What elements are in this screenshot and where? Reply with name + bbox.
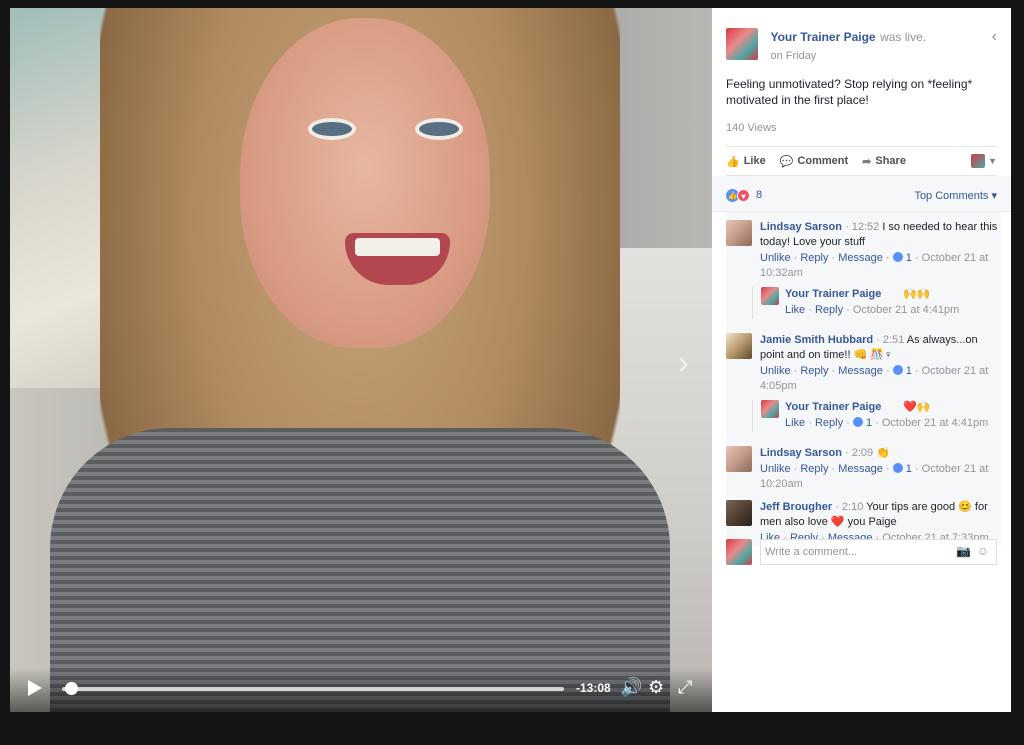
reply: Your Trainer Paige ❤️🙌 Like · Reply · 1 … bbox=[752, 400, 1001, 432]
post-timestamp[interactable]: on Friday bbox=[770, 50, 926, 62]
post-action-bar: 👍 Like 💬 Comment ➦ Share ▼ bbox=[726, 146, 997, 176]
message-link[interactable]: Message bbox=[838, 252, 883, 264]
unlike-link[interactable]: Unlike bbox=[760, 463, 791, 475]
reply-link[interactable]: Reply bbox=[800, 365, 828, 377]
comment: Lindsay Sarson · 2:09 👏 Unlike · Reply ·… bbox=[726, 446, 1001, 492]
commenter-avatar[interactable] bbox=[726, 500, 752, 526]
commenter-avatar[interactable] bbox=[726, 446, 752, 472]
collapse-chevron-icon[interactable]: ‹ bbox=[992, 28, 997, 46]
like-link[interactable]: Like bbox=[785, 304, 805, 316]
video-scrubber[interactable] bbox=[62, 682, 564, 695]
reply-meta: Like · Reply · October 21 at 4:41pm bbox=[785, 304, 960, 316]
reply-meta: Like · Reply · 1 · October 21 at 4:41pm bbox=[785, 417, 989, 429]
page-name-link[interactable]: Your Trainer Paige bbox=[770, 30, 875, 44]
like-label: Like bbox=[743, 155, 766, 167]
scrubber-handle[interactable] bbox=[65, 682, 79, 695]
reply-author[interactable]: Your Trainer Paige bbox=[785, 400, 881, 415]
unlike-link[interactable]: Unlike bbox=[760, 365, 791, 377]
reply-link[interactable]: Reply bbox=[815, 417, 843, 429]
emoji-icon[interactable]: ☺ bbox=[977, 544, 989, 558]
like-count[interactable]: 1 bbox=[866, 417, 872, 429]
live-video-player[interactable]: › -13:08 🔊 ⚙ ⤢ bbox=[10, 8, 712, 712]
reply-text: ❤️🙌 bbox=[903, 401, 931, 413]
video-lightbox: › -13:08 🔊 ⚙ ⤢ Your Trainer Paige was li… bbox=[10, 8, 1011, 712]
video-timestamp[interactable]: 2:51 bbox=[883, 334, 904, 346]
commenter-name[interactable]: Jeff Brougher bbox=[760, 501, 832, 513]
reply-link[interactable]: Reply bbox=[815, 304, 843, 316]
like-count-icon bbox=[892, 463, 903, 473]
reply-date[interactable]: October 21 at 4:41pm bbox=[882, 417, 988, 429]
like-count[interactable]: 1 bbox=[906, 365, 912, 377]
comment-button[interactable]: 💬 Comment bbox=[780, 155, 848, 168]
like-count-icon bbox=[852, 417, 863, 427]
message-link[interactable]: Message bbox=[838, 463, 883, 475]
love-reaction-icon[interactable]: ♥ bbox=[737, 189, 750, 202]
commenter-avatar[interactable] bbox=[726, 333, 752, 359]
comment-sort-dropdown[interactable]: Top Comments ▾ bbox=[914, 189, 997, 202]
like-count-icon bbox=[892, 365, 903, 375]
play-icon[interactable] bbox=[28, 680, 42, 696]
video-timestamp[interactable]: 2:09 bbox=[852, 447, 873, 459]
comment-meta: Unlike · Reply · Message · 1 · October 2… bbox=[760, 252, 989, 279]
fullscreen-expand-icon[interactable]: ⤢ bbox=[678, 677, 692, 698]
view-count: 140 Views bbox=[726, 122, 777, 134]
presenter-teeth bbox=[355, 238, 440, 256]
commenter-avatar[interactable] bbox=[726, 220, 752, 246]
reply: Your Trainer Paige 🙌🙌 Like · Reply · Oct… bbox=[752, 287, 1001, 319]
post-message: Feeling unmotivated? Stop relying on *fe… bbox=[726, 77, 973, 107]
reply-link[interactable]: Reply bbox=[800, 463, 828, 475]
like-count-icon bbox=[892, 252, 903, 262]
share-button[interactable]: ➦ Share bbox=[862, 155, 906, 168]
reply-date[interactable]: October 21 at 4:41pm bbox=[853, 304, 959, 316]
comment-sort-label: Top Comments bbox=[914, 190, 989, 202]
like-count[interactable]: 1 bbox=[906, 463, 912, 475]
composer-avatar bbox=[726, 539, 752, 565]
video-timestamp[interactable]: 2:10 bbox=[842, 501, 863, 513]
thumbs-up-icon: 👍 bbox=[726, 155, 740, 168]
comment-meta: Unlike · Reply · Message · 1 · October 2… bbox=[760, 365, 989, 392]
presenter-left-eye bbox=[308, 118, 356, 140]
like-button[interactable]: 👍 Like bbox=[726, 155, 766, 168]
message-link[interactable]: Message bbox=[838, 365, 883, 377]
comment-text: 👏 bbox=[876, 447, 890, 459]
volume-icon[interactable]: 🔊 bbox=[620, 677, 642, 698]
commenter-name[interactable]: Lindsay Sarson bbox=[760, 447, 842, 459]
like-count[interactable]: 1 bbox=[906, 252, 912, 264]
post-header: Your Trainer Paige was live. on Friday ‹ bbox=[726, 28, 997, 62]
next-video-chevron-icon[interactable]: › bbox=[678, 344, 689, 381]
audience-avatar bbox=[971, 154, 986, 168]
reply-avatar[interactable] bbox=[761, 400, 779, 418]
reply-avatar[interactable] bbox=[761, 287, 779, 305]
like-link[interactable]: Like bbox=[785, 417, 805, 429]
comment-composer: Write a comment... 📷 ☺ bbox=[726, 539, 997, 567]
unlike-link[interactable]: Unlike bbox=[760, 252, 791, 264]
video-timestamp[interactable]: 12:52 bbox=[852, 221, 880, 233]
share-label: Share bbox=[875, 155, 906, 167]
time-remaining: -13:08 bbox=[576, 681, 611, 695]
comment-bubble-icon: 💬 bbox=[779, 155, 794, 168]
commenter-name[interactable]: Jamie Smith Hubbard bbox=[760, 334, 873, 346]
comment-label: Comment bbox=[797, 155, 849, 167]
presenter-right-eye bbox=[415, 118, 463, 140]
reactions-row: 👍 ♥ 8 Top Comments ▾ bbox=[712, 176, 1011, 212]
settings-gear-icon[interactable]: ⚙ bbox=[648, 677, 664, 698]
reply-author[interactable]: Your Trainer Paige bbox=[785, 287, 881, 302]
comment-meta: Unlike · Reply · Message · 1 · October 2… bbox=[760, 463, 989, 490]
caret-down-icon: ▼ bbox=[988, 156, 997, 166]
reply-link[interactable]: Reply bbox=[800, 252, 828, 264]
page-avatar[interactable] bbox=[726, 28, 758, 60]
comments-list: Lindsay Sarson · 12:52 I so needed to he… bbox=[726, 212, 1001, 546]
was-live-text: was live. bbox=[880, 30, 927, 44]
commenter-name[interactable]: Lindsay Sarson bbox=[760, 221, 842, 233]
post-side-panel: Your Trainer Paige was live. on Friday ‹… bbox=[712, 8, 1011, 712]
video-controls-bar: -13:08 🔊 ⚙ ⤢ bbox=[10, 668, 712, 712]
audience-selector[interactable]: ▼ bbox=[971, 154, 997, 168]
comment: Lindsay Sarson · 12:52 I so needed to he… bbox=[726, 220, 1001, 281]
share-arrow-icon: ➦ bbox=[862, 155, 872, 168]
presenter-face bbox=[240, 18, 490, 348]
reaction-count[interactable]: 8 bbox=[756, 189, 762, 201]
comment: Jamie Smith Hubbard · 2:51 As always...o… bbox=[726, 333, 1001, 394]
reply-text: 🙌🙌 bbox=[903, 288, 931, 300]
camera-icon[interactable]: 📷 bbox=[956, 544, 971, 558]
